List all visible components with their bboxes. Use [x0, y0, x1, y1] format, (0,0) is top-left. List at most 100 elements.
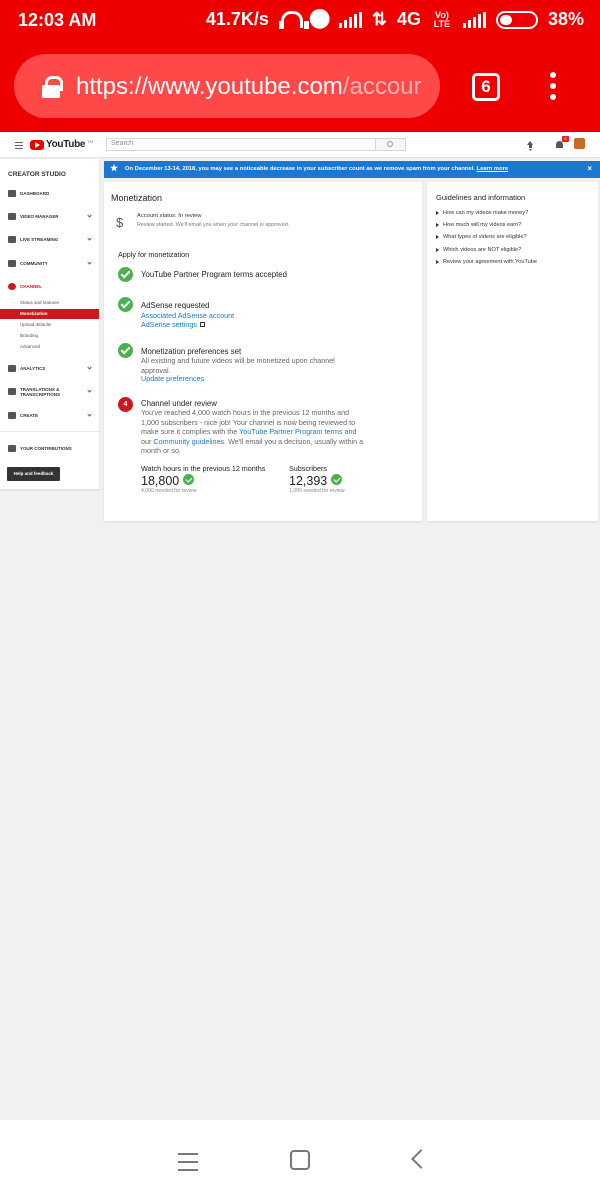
create-icon — [8, 412, 16, 419]
step-number-badge: 4 — [118, 397, 133, 412]
android-nav-bar — [0, 1120, 600, 1200]
guideline-link-label: Which videos are NOT eligible? — [443, 247, 522, 253]
check-circle-icon — [331, 474, 342, 485]
channel-icon — [8, 283, 16, 290]
learn-more-link[interactable]: Learn more — [477, 166, 509, 172]
tab-switcher-button[interactable]: 6 — [472, 73, 500, 101]
sidebar-subitem-status-and-features[interactable]: Status and features — [0, 298, 99, 308]
watch-hours-value: 18,800 — [141, 474, 180, 488]
step-title: YouTube Partner Program terms accepted — [141, 270, 287, 279]
guideline-link-label: What types of videos are eligible? — [443, 234, 527, 240]
data-arrows-icon: ⇅ — [371, 9, 387, 29]
hamburger-menu-icon[interactable] — [15, 142, 23, 151]
network-speed: 41.7K/s — [205, 9, 269, 29]
step-description: All existing and future videos will be m… — [141, 356, 335, 375]
guideline-link[interactable]: Which videos are NOT eligible? — [436, 247, 521, 253]
logo-text: YouTube — [46, 139, 86, 150]
account-status: Account status: In review — [137, 213, 202, 219]
notifications-bell-icon[interactable] — [556, 141, 563, 148]
sidebar-item-community[interactable]: COMMUNITY — [0, 258, 99, 270]
chevron-down-icon — [87, 412, 92, 417]
signal-2-icon — [462, 11, 486, 28]
sidebar-item-dashboard[interactable]: DASHBOARD — [0, 188, 99, 200]
triangle-right-icon — [436, 210, 439, 215]
sidebar-item-label: CHANNEL — [20, 284, 42, 289]
guidelines-card: Guidelines and information How can my vi… — [427, 182, 598, 521]
check-circle-icon — [118, 343, 133, 358]
guideline-link[interactable]: How much will my videos earn? — [436, 222, 521, 228]
sidebar-subitem-label: Branding — [20, 333, 39, 338]
chevron-down-icon — [87, 260, 92, 265]
sidebar-item-channel[interactable]: CHANNEL — [0, 281, 99, 293]
sidebar-subitem-upload-defaults[interactable]: Upload defaults — [0, 320, 99, 330]
monetization-card: Monetization $ Account status: In review… — [104, 182, 422, 521]
home-icon[interactable] — [290, 1150, 310, 1170]
sidebar-item-label: VIDEO MANAGER — [20, 214, 59, 219]
youtube-logo[interactable]: YouTube TM — [30, 139, 93, 150]
dollar-icon: $ — [116, 215, 124, 230]
community-guidelines-link[interactable]: Community guidelines — [153, 437, 224, 446]
sidebar-subitem-monetization[interactable]: Monetization — [0, 309, 99, 319]
apply-heading: Apply for monetization — [118, 250, 190, 259]
network-type: 4G — [396, 9, 421, 29]
sidebar-subitem-advanced[interactable]: Advanced — [0, 342, 99, 352]
logo-trademark: TM — [87, 139, 93, 144]
dashboard-icon — [8, 190, 16, 197]
chevron-down-icon — [87, 213, 92, 218]
sidebar-item-label: LIVE STREAMING — [20, 237, 59, 242]
triangle-right-icon — [436, 259, 439, 264]
video-manager-icon — [8, 213, 16, 220]
sidebar-item-create[interactable]: CREATE — [0, 410, 99, 422]
step-description: You've reached 4,000 watch hours in the … — [141, 408, 366, 456]
sidebar-subitem-branding[interactable]: Branding — [0, 331, 99, 341]
triangle-right-icon — [436, 234, 439, 239]
check-circle-icon — [118, 267, 133, 282]
subscribers-label: Subscribers — [289, 464, 327, 473]
watch-hours-label: Watch hours in the previous 12 months — [141, 464, 266, 473]
banner-message: On December 13-14, 2018, you may see a n… — [125, 166, 508, 172]
adsense-settings-label: AdSense settings — [141, 320, 197, 329]
help-and-feedback-button[interactable]: Help and feedback — [7, 467, 60, 481]
sidebar-item-label: YOUR CONTRIBUTIONS — [20, 446, 72, 451]
url-text[interactable]: https://www.youtube.com/accour — [76, 73, 422, 101]
partner-program-terms-link[interactable]: YouTube Partner Program terms — [239, 427, 342, 436]
address-bar[interactable]: https://www.youtube.com/accour — [14, 54, 440, 118]
sidebar-title: CREATOR STUDIO — [8, 171, 66, 178]
sidebar-item-video-manager[interactable]: VIDEO MANAGER — [0, 211, 99, 223]
sidebar-item-label: ANALYTICS — [20, 366, 46, 371]
sidebar-item-translations[interactable]: TRANSLATIONS & TRANSCRIPTIONS — [0, 386, 99, 400]
external-link-icon — [199, 322, 205, 327]
recent-apps-icon[interactable] — [178, 1153, 198, 1177]
sidebar-divider — [0, 431, 99, 432]
lock-icon — [42, 76, 63, 98]
page-title: Monetization — [111, 193, 163, 203]
sidebar-subitem-label: Monetization — [20, 311, 48, 316]
sidebar-item-label: COMMUNITY — [20, 261, 48, 266]
guideline-link-label: How much will my videos earn? — [443, 222, 522, 228]
status-time: 12:03 AM — [18, 10, 97, 30]
headphones-icon — [278, 10, 309, 30]
sidebar-item-live-streaming[interactable]: LIVE STREAMING — [0, 234, 99, 246]
sidebar-item-analytics[interactable]: ANALYTICS — [0, 363, 99, 375]
guideline-link[interactable]: How can my videos make money? — [436, 210, 528, 216]
analytics-icon — [8, 365, 16, 372]
adsense-settings-link[interactable]: AdSense settings — [141, 320, 205, 329]
youtube-header: YouTube TM Search 8 — [0, 132, 600, 158]
update-preferences-link[interactable]: Update preferences — [141, 374, 204, 383]
back-icon[interactable] — [411, 1149, 431, 1169]
associated-adsense-link[interactable]: Associated AdSense account — [141, 311, 234, 320]
battery-icon — [495, 10, 538, 29]
search-input[interactable]: Search — [106, 138, 376, 151]
guideline-link[interactable]: What types of videos are eligible? — [436, 234, 527, 240]
close-icon[interactable]: × — [587, 164, 592, 173]
search-button[interactable] — [376, 138, 406, 151]
triangle-right-icon — [436, 247, 439, 252]
guidelines-title: Guidelines and information — [436, 193, 526, 202]
info-banner: ★ On December 13-14, 2018, you may see a… — [104, 161, 600, 178]
upload-icon[interactable] — [527, 141, 534, 149]
sidebar-item-label-line2: TRANSCRIPTIONS — [20, 392, 61, 397]
guideline-link[interactable]: Review your agreement with YouTube — [436, 259, 537, 265]
overflow-menu-icon[interactable] — [550, 72, 558, 102]
sidebar-item-your-contributions[interactable]: YOUR CONTRIBUTIONS — [0, 443, 99, 455]
avatar[interactable] — [574, 138, 585, 149]
